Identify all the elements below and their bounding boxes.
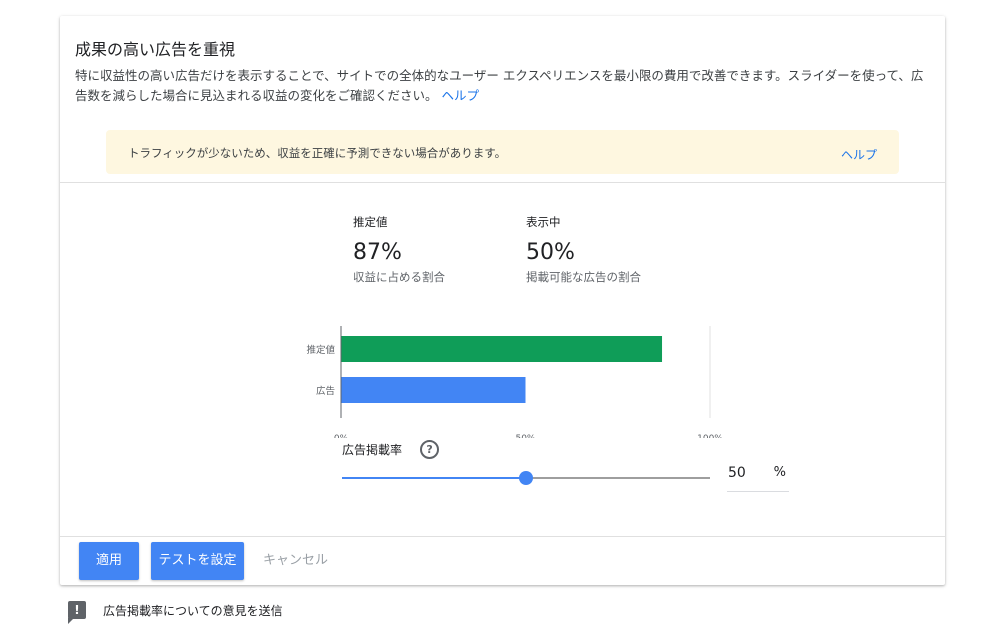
question-circle-icon[interactable]: ? — [420, 440, 440, 459]
apply-button[interactable]: 適用 — [79, 542, 139, 580]
showing-stat: 表示中 50% 掲載可能な広告の割合 — [526, 214, 641, 285]
chart-bar-0 — [341, 336, 663, 362]
estimate-value: 87% — [353, 240, 402, 265]
chart-category-label: 広告 — [316, 385, 335, 397]
slider-label-row: 広告掲載率 ? — [342, 440, 440, 459]
chart-tick-label: 0% — [334, 434, 349, 438]
showing-label: 表示中 — [526, 215, 561, 229]
showing-value: 50% — [526, 240, 575, 265]
chart-tick-label: 50% — [515, 434, 535, 438]
chart-tick-label: 100% — [697, 434, 723, 438]
cancel-button[interactable]: キャンセル — [263, 542, 328, 580]
estimate-caption: 収益に占める割合 — [353, 270, 445, 284]
estimate-label: 推定値 — [353, 215, 388, 229]
chart-category-label: 推定値 — [306, 344, 335, 356]
estimate-stat: 推定値 87% 収益に占める割合 — [353, 214, 445, 285]
low-traffic-alert: トラフィックが少ないため、収益を正確に予測できない場合があります。 ヘルプ — [106, 130, 899, 174]
coverage-percent-value[interactable]: 50 — [728, 465, 746, 481]
slider-thumb[interactable] — [519, 471, 533, 485]
panel-title: 成果の高い広告を重視 — [75, 40, 236, 59]
coverage-percent-input[interactable]: 50 % — [727, 463, 789, 492]
set-test-button[interactable]: テストを設定 — [151, 542, 244, 580]
slider-fill — [342, 477, 526, 479]
showing-caption: 掲載可能な広告の割合 — [526, 270, 641, 284]
ad-balance-panel: 成果の高い広告を重視 特に収益性の高い広告だけを表示することで、サイトでの全体的… — [60, 16, 945, 585]
slider-label: 広告掲載率 — [342, 443, 403, 457]
feedback-icon: ! — [68, 601, 86, 624]
description-help-link[interactable]: ヘルプ — [442, 88, 480, 103]
chart-bar-1 — [341, 377, 526, 403]
panel-description: 特に収益性の高い広告だけを表示することで、サイトでの全体的なユーザー エクスペリ… — [75, 66, 935, 106]
percent-unit: % — [773, 465, 786, 480]
alert-help-link[interactable]: ヘルプ — [841, 146, 877, 163]
divider — [60, 536, 945, 537]
alert-message: トラフィックが少ないため、収益を正確に予測できない場合があります。 — [128, 146, 507, 160]
ad-coverage-slider[interactable] — [342, 469, 710, 489]
feedback-label: 広告掲載率についての意見を送信 — [103, 603, 283, 618]
revenue-bar-chart: 推定値広告 0% 50% 100% — [306, 326, 723, 438]
send-feedback-link[interactable]: ! 広告掲載率についての意見を送信 — [68, 601, 283, 624]
divider — [60, 182, 945, 183]
panel-description-text: 特に収益性の高い広告だけを表示することで、サイトでの全体的なユーザー エクスペリ… — [75, 68, 924, 103]
